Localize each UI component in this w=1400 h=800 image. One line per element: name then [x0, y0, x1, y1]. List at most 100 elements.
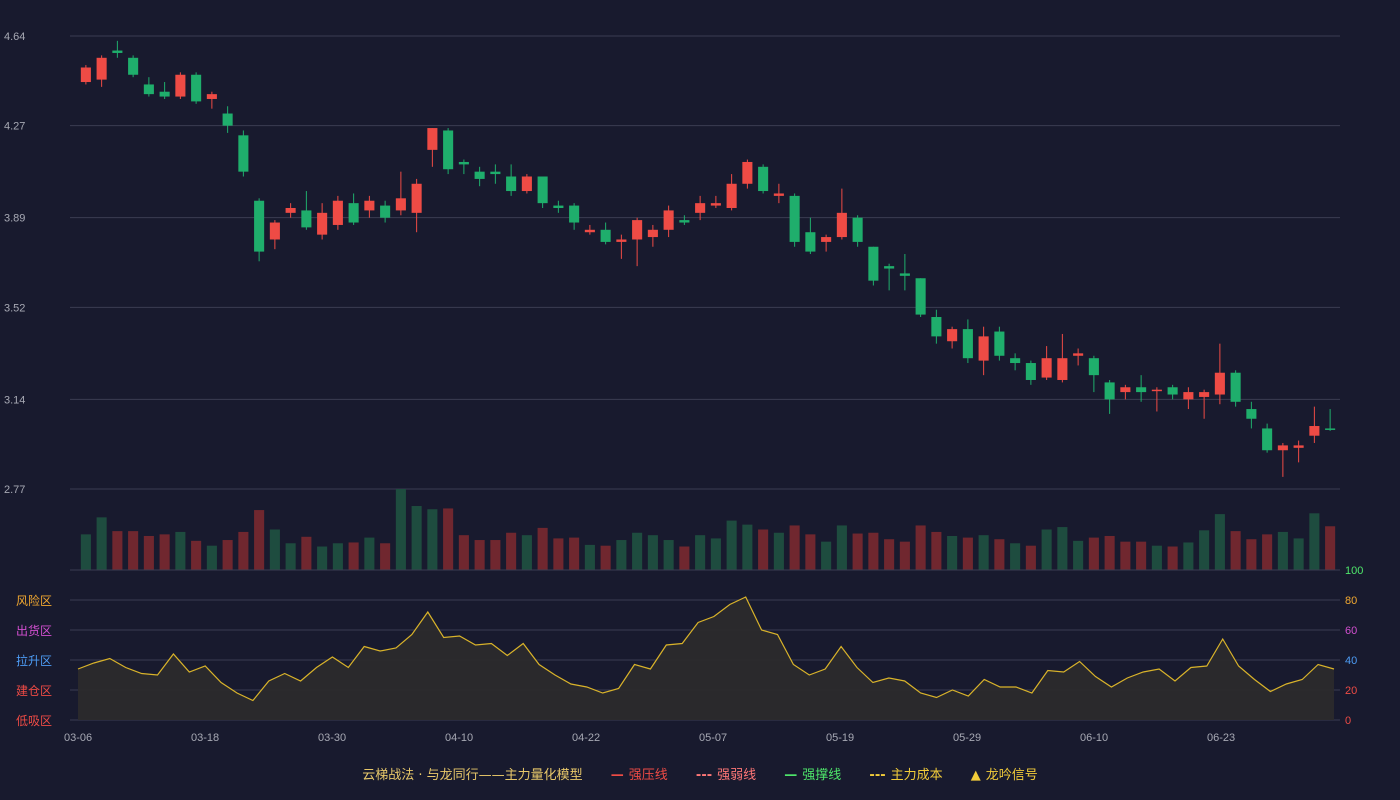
- volume-bar: [600, 545, 611, 570]
- indicator-tick-label: 40: [1345, 655, 1357, 667]
- volume-bar: [663, 540, 674, 570]
- volume-bar: [191, 540, 202, 570]
- indicator-area: [78, 597, 1334, 720]
- volume-bar: [269, 529, 280, 570]
- volume-bar: [695, 535, 706, 570]
- candle-body: [474, 171, 485, 179]
- candle-body: [1136, 387, 1147, 393]
- candle-body: [1088, 358, 1099, 376]
- indicator-zone-label: 风险区: [16, 593, 52, 608]
- candle-body: [1246, 409, 1257, 419]
- candle-body: [458, 161, 469, 165]
- candle-body: [364, 200, 375, 211]
- indicator-zone-label: 低吸区: [16, 714, 52, 728]
- volume-bar: [584, 544, 595, 570]
- indicator-tick-label: 80: [1345, 595, 1357, 607]
- volume-bar: [348, 542, 359, 570]
- candle-body: [1025, 363, 1036, 380]
- volume-bar: [710, 538, 721, 570]
- volume-bar: [805, 534, 816, 570]
- candle-body: [947, 329, 958, 342]
- legend-item-strength-line[interactable]: --- 强弱线: [696, 764, 756, 783]
- legend-dashed-yellow-icon: ---: [869, 768, 886, 783]
- volume-bar: [899, 541, 910, 570]
- candle-body: [1151, 389, 1162, 392]
- candle-body: [836, 212, 847, 238]
- candle-body: [1230, 372, 1241, 402]
- volume-bar: [1073, 540, 1084, 570]
- candle-body: [1293, 445, 1304, 448]
- candle-body: [758, 166, 769, 192]
- candle-body: [1057, 358, 1068, 380]
- volume-bar: [915, 525, 926, 570]
- candle-body: [962, 329, 973, 359]
- candle-body: [915, 278, 926, 315]
- indicator-tick-label: 60: [1345, 625, 1357, 637]
- volume-bar: [159, 534, 170, 570]
- legend-line-red-icon: —: [610, 768, 624, 783]
- volume-bar: [143, 535, 154, 570]
- volume-bar: [994, 539, 1005, 570]
- volume-bar: [332, 543, 343, 570]
- volume-bar: [931, 531, 942, 570]
- legend-item-main-cost[interactable]: --- 主力成本: [869, 764, 942, 783]
- candle-body: [569, 205, 580, 223]
- volume-bar: [96, 517, 107, 570]
- candle-body: [348, 203, 359, 223]
- volume-bar: [647, 535, 658, 570]
- volume-bar: [238, 531, 249, 570]
- candle-body: [1010, 358, 1021, 364]
- volume-bar: [632, 532, 643, 570]
- x-tick-label: 05-07: [699, 732, 727, 744]
- candle-body: [1214, 372, 1225, 395]
- volume-bar: [852, 533, 863, 570]
- candle-body: [805, 232, 816, 252]
- volume-bar: [821, 541, 832, 570]
- volume-bar: [1199, 530, 1210, 570]
- candle-body: [1104, 382, 1115, 400]
- volume-bar: [364, 537, 375, 570]
- volume-bar: [490, 540, 501, 570]
- volume-bar: [726, 520, 737, 570]
- candle-body: [521, 176, 532, 192]
- legend-item-dragon-signal[interactable]: ▲ 龙吟信号: [971, 764, 1038, 783]
- candle-body: [1073, 353, 1084, 356]
- candle-body: [175, 74, 186, 97]
- candle-body: [537, 176, 548, 204]
- volume-bar: [80, 534, 91, 570]
- volume-bar: [395, 489, 406, 570]
- volume-bar: [1325, 526, 1336, 570]
- volume-bar: [254, 510, 265, 570]
- legend-item-strong-support[interactable]: — 强撑线: [784, 764, 841, 783]
- volume-bar: [1262, 534, 1273, 570]
- volume-bar: [1010, 543, 1021, 570]
- x-tick-label: 05-19: [826, 732, 854, 744]
- volume-bar: [537, 527, 548, 570]
- candle-body: [427, 128, 438, 150]
- volume-bar: [521, 535, 532, 570]
- candle-body: [332, 200, 343, 225]
- price-tick-label: 4.64: [4, 31, 25, 43]
- x-tick-label: 05-29: [953, 732, 981, 744]
- candle-body: [238, 135, 249, 172]
- volume-bar: [1277, 531, 1288, 570]
- x-tick-label: 04-22: [572, 732, 600, 744]
- candle-body: [222, 113, 233, 126]
- volume-bar: [380, 543, 391, 570]
- candle-body: [821, 237, 832, 242]
- candle-body: [301, 210, 312, 228]
- volume-bar: [285, 543, 296, 570]
- candle-body: [285, 207, 296, 213]
- volume-bar: [206, 545, 217, 570]
- candle-body: [1262, 428, 1273, 451]
- volume-bar: [427, 509, 438, 570]
- volume-bar: [1151, 545, 1162, 570]
- volume-bar: [411, 506, 422, 570]
- triangle-icon: ▲: [970, 768, 981, 783]
- legend-item-strong-pressure[interactable]: — 强压线: [611, 764, 668, 783]
- candle-body: [1041, 358, 1052, 378]
- price-tick-label: 3.52: [4, 302, 25, 314]
- candle-body: [1199, 392, 1210, 397]
- volume-bar: [1025, 545, 1036, 570]
- candle-body: [1120, 387, 1131, 393]
